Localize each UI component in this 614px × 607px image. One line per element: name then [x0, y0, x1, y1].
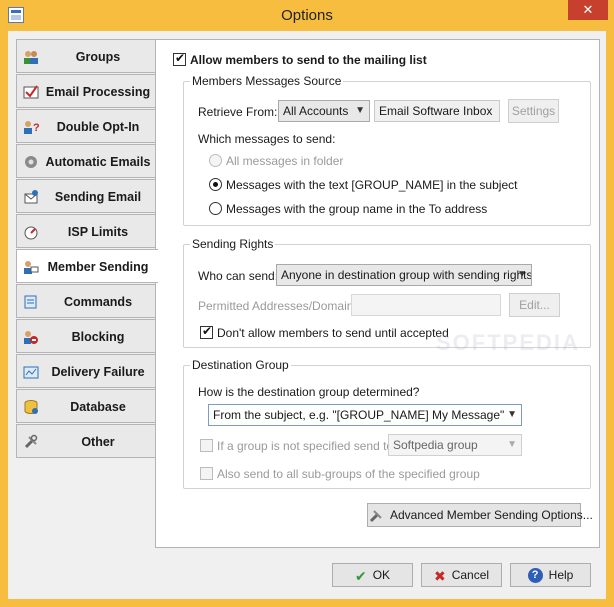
group-name-to-address-label: Messages with the group name in the To a… [226, 202, 488, 216]
sub-groups-checkbox[interactable] [200, 467, 213, 480]
group-title: Sending Rights [190, 237, 276, 251]
all-messages-label: All messages in folder [226, 154, 344, 168]
help-button[interactable]: ? Help [510, 563, 591, 587]
options-window: Options ✕ Groups Email Processing ? Doub… [0, 0, 614, 607]
destination-group-group: Destination Group How is the destination… [183, 358, 591, 489]
sub-groups-label: Also send to all sub-groups of the speci… [217, 467, 480, 481]
allow-members-checkbox[interactable] [173, 51, 186, 66]
sending-email-icon [24, 190, 38, 204]
group-title: Destination Group [190, 358, 291, 372]
member-sending-panel: Allow members to send to the mailing lis… [155, 39, 600, 548]
tab-isp-limits[interactable]: ISP Limits [16, 214, 156, 248]
retrieve-from-value: All Accounts [283, 104, 349, 118]
help-label: Help [548, 568, 574, 582]
automatic-emails-icon [25, 156, 37, 168]
tab-database[interactable]: Database [16, 389, 156, 423]
blocking-icon [24, 331, 38, 344]
isp-limits-icon [24, 226, 38, 240]
member-sending-icon [24, 261, 39, 274]
double-optin-icon: ? [24, 121, 39, 134]
tab-groups[interactable]: Groups [16, 39, 156, 73]
if-not-specified-checkbox[interactable] [200, 439, 213, 452]
cancel-button[interactable]: ✖ Cancel [421, 563, 502, 587]
tab-label: Commands [63, 295, 133, 309]
who-can-send-dropdown[interactable]: Anyone in destination group with sending… [276, 264, 532, 286]
how-determined-dropdown[interactable]: From the subject, e.g. "[GROUP_NAME] My … [208, 404, 522, 426]
close-button[interactable]: ✕ [568, 0, 608, 20]
if-not-specified-label: If a group is not specified send to: [217, 439, 397, 453]
tab-label: Delivery Failure [51, 365, 145, 379]
delivery-failure-icon [23, 366, 39, 379]
groups-icon [24, 51, 38, 64]
allow-members-label: Allow members to send to the mailing lis… [190, 53, 427, 67]
members-messages-source-group: Members Messages Source Retrieve From: A… [183, 74, 591, 226]
how-determined-label: How is the destination group determined? [198, 385, 420, 399]
chevron-down-icon: ▼ [517, 269, 527, 280]
window-title: Options [281, 7, 333, 24]
tab-other[interactable]: Other [16, 424, 156, 458]
softpedia-watermark: SOFTPEDIA [436, 330, 580, 355]
edit-button[interactable]: Edit... [509, 293, 560, 317]
tab-label: Blocking [71, 330, 125, 344]
settings-button[interactable]: Settings [508, 99, 559, 123]
group-name-subject-radio[interactable] [209, 178, 222, 191]
dialog-client-area: Groups Email Processing ? Double Opt-In … [8, 31, 606, 599]
group-name-to-address-radio[interactable] [209, 202, 222, 215]
tab-label: Groups [75, 50, 121, 64]
cancel-label: Cancel [451, 568, 490, 582]
advanced-member-sending-button[interactable]: Advanced Member Sending Options... [367, 503, 593, 527]
permitted-addresses-field[interactable] [351, 294, 501, 316]
tools-icon [369, 510, 382, 522]
tab-label: Double Opt-In [56, 120, 140, 134]
who-can-send-label: Who can send: [198, 269, 279, 283]
commands-icon [24, 295, 37, 309]
chevron-down-icon: ▼ [507, 409, 517, 420]
tab-commands[interactable]: Commands [16, 284, 156, 318]
retrieve-from-label: Retrieve From: [198, 105, 278, 119]
fallback-group-value: Softpedia group [393, 438, 478, 452]
tab-label: Other [81, 435, 115, 449]
help-icon: ? [527, 568, 543, 584]
tab-label: Automatic Emails [45, 155, 151, 169]
chevron-down-icon: ▼ [507, 439, 517, 450]
tab-label: Member Sending [47, 260, 149, 274]
tab-delivery-failure[interactable]: Delivery Failure [16, 354, 156, 388]
tab-blocking[interactable]: Blocking [16, 319, 156, 353]
email-processing-icon [23, 85, 39, 99]
tab-email-processing[interactable]: Email Processing [16, 74, 156, 108]
tab-label: Email Processing [45, 85, 151, 99]
tab-label: Database [70, 400, 126, 414]
chevron-down-icon: ▼ [355, 105, 365, 116]
fallback-group-dropdown[interactable]: Softpedia group ▼ [388, 434, 522, 456]
tab-label: ISP Limits [67, 225, 129, 239]
all-messages-radio[interactable] [209, 154, 222, 167]
group-name-subject-label: Messages with the text [GROUP_NAME] in t… [226, 178, 518, 192]
which-messages-label: Which messages to send: [198, 132, 336, 146]
ok-label: OK [372, 568, 391, 582]
tab-automatic-emails[interactable]: Automatic Emails [16, 144, 156, 178]
dont-allow-until-accepted-checkbox[interactable] [200, 324, 213, 339]
tab-double-opt-in[interactable]: ? Double Opt-In [16, 109, 156, 143]
cancel-x-icon: ✖ [433, 567, 446, 584]
database-icon [24, 400, 38, 414]
advanced-button-label: Advanced Member Sending Options... [390, 508, 593, 522]
checkmark-icon: ✔ [354, 567, 367, 584]
tab-label: Sending Email [54, 190, 142, 204]
title-bar[interactable]: Options ✕ [0, 0, 614, 31]
retrieve-from-dropdown[interactable]: All Accounts ▼ [278, 100, 370, 122]
ok-button[interactable]: ✔ OK [332, 563, 413, 587]
tab-sending-email[interactable]: Sending Email [16, 179, 156, 213]
tab-member-sending[interactable]: Member Sending [16, 249, 158, 283]
permitted-addresses-label: Permitted Addresses/Domains: [198, 299, 363, 313]
group-title: Members Messages Source [190, 74, 344, 88]
account-field[interactable]: Email Software Inbox [374, 100, 500, 122]
svg-text:?: ? [33, 122, 39, 134]
how-determined-value: From the subject, e.g. "[GROUP_NAME] My … [213, 408, 505, 422]
who-can-send-value: Anyone in destination group with sending… [281, 268, 532, 282]
other-icon [24, 434, 38, 449]
dont-allow-until-accepted-label: Don't allow members to send until accept… [217, 326, 449, 340]
